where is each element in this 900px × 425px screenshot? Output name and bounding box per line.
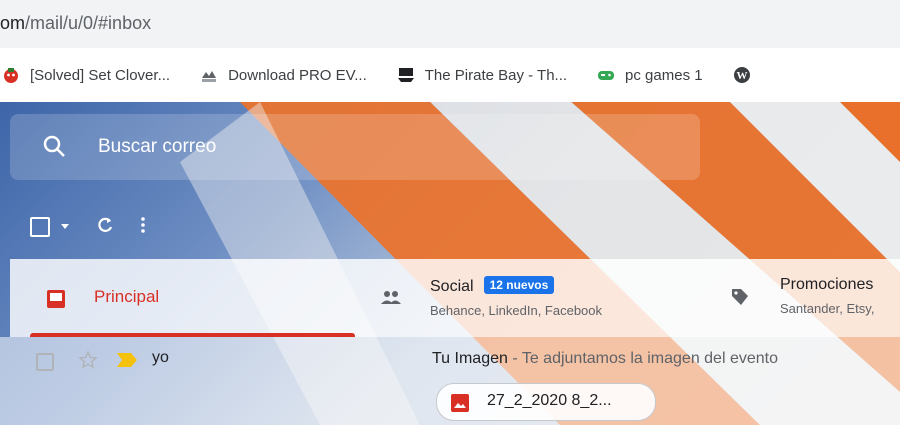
more-options-button[interactable] bbox=[140, 216, 146, 239]
bookmark-label: Download PRO EV... bbox=[228, 66, 367, 84]
bookmark-label: pc games 1 bbox=[625, 66, 703, 84]
tab-promociones-label: Promociones bbox=[780, 276, 874, 293]
gamepad-icon bbox=[597, 66, 615, 84]
mail-toolbar bbox=[30, 212, 172, 242]
refresh-button[interactable] bbox=[96, 216, 114, 239]
bookmark-wordpress[interactable]: W bbox=[733, 66, 761, 84]
email-row[interactable]: yo Tu Imagen - Te adjuntamos la imagen d… bbox=[0, 337, 900, 425]
row-checkbox[interactable] bbox=[36, 353, 54, 371]
checkbox-icon bbox=[30, 217, 50, 237]
address-bar[interactable]: om/mail/u/0/#inbox bbox=[0, 0, 900, 48]
bookmark-download-pro[interactable]: Download PRO EV... bbox=[200, 66, 367, 84]
tab-promociones[interactable]: Promociones Santander, Etsy, bbox=[730, 259, 900, 337]
bookmark-label: [Solved] Set Clover... bbox=[30, 66, 171, 84]
tab-social-senders: Behance, LinkedIn, Facebook bbox=[430, 303, 603, 318]
important-marker-icon[interactable] bbox=[116, 352, 138, 373]
tab-principal-label: Principal bbox=[94, 287, 160, 306]
svg-text:W: W bbox=[736, 70, 747, 82]
search-placeholder[interactable]: Buscar correo bbox=[98, 136, 216, 158]
bookmark-pc-games[interactable]: pc games 1 bbox=[597, 66, 703, 84]
bookmarks-bar: [Solved] Set Clover... Download PRO EV..… bbox=[0, 48, 900, 102]
search-icon[interactable] bbox=[42, 134, 68, 160]
star-icon[interactable] bbox=[78, 350, 98, 375]
url-path: /mail/u/0/#inbox bbox=[25, 13, 152, 33]
email-subject-line: Tu Imagen - Te adjuntamos la imagen del … bbox=[432, 350, 778, 367]
select-all-checkbox[interactable] bbox=[30, 217, 70, 237]
url-text[interactable]: om/mail/u/0/#inbox bbox=[0, 13, 151, 34]
more-vert-icon bbox=[140, 216, 146, 239]
pirate-ship-icon bbox=[397, 66, 415, 84]
url-host: om bbox=[0, 13, 26, 33]
new-count-badge: 12 nuevos bbox=[483, 276, 555, 294]
tab-promociones-senders: Santander, Etsy, bbox=[780, 301, 875, 316]
attachment-chip[interactable]: 27_2_2020 8_2... bbox=[436, 383, 656, 421]
search-box[interactable]: Buscar correo bbox=[10, 114, 700, 180]
gmail-view: Buscar correo Principal Social 12 nuevos… bbox=[0, 102, 900, 425]
attachment-name: 27_2_2020 8_2... bbox=[487, 392, 612, 409]
bookmark-clover[interactable]: [Solved] Set Clover... bbox=[2, 66, 170, 84]
email-subject: Tu Imagen bbox=[432, 350, 508, 367]
wordpress-icon: W bbox=[733, 66, 751, 84]
bookmark-pirate-bay[interactable]: The Pirate Bay - Th... bbox=[397, 66, 567, 84]
clover-icon bbox=[2, 66, 20, 84]
people-icon bbox=[380, 289, 402, 310]
tab-principal[interactable]: Principal bbox=[20, 259, 355, 337]
email-snippet: Te adjuntamos la imagen del evento bbox=[521, 350, 778, 367]
chevron-down-icon[interactable] bbox=[60, 218, 70, 236]
tag-icon bbox=[730, 287, 750, 312]
refresh-icon bbox=[96, 216, 114, 239]
inbox-icon bbox=[46, 289, 66, 314]
download-site-icon bbox=[200, 66, 218, 84]
email-sender: yo bbox=[152, 349, 169, 366]
image-file-icon bbox=[451, 394, 469, 412]
bookmark-label: The Pirate Bay - Th... bbox=[424, 66, 568, 84]
tab-social[interactable]: Social 12 nuevos Behance, LinkedIn, Faceb… bbox=[380, 259, 710, 337]
tab-social-label: Social bbox=[430, 278, 474, 295]
category-tabs: Principal Social 12 nuevos Behance, Linke… bbox=[10, 259, 900, 337]
